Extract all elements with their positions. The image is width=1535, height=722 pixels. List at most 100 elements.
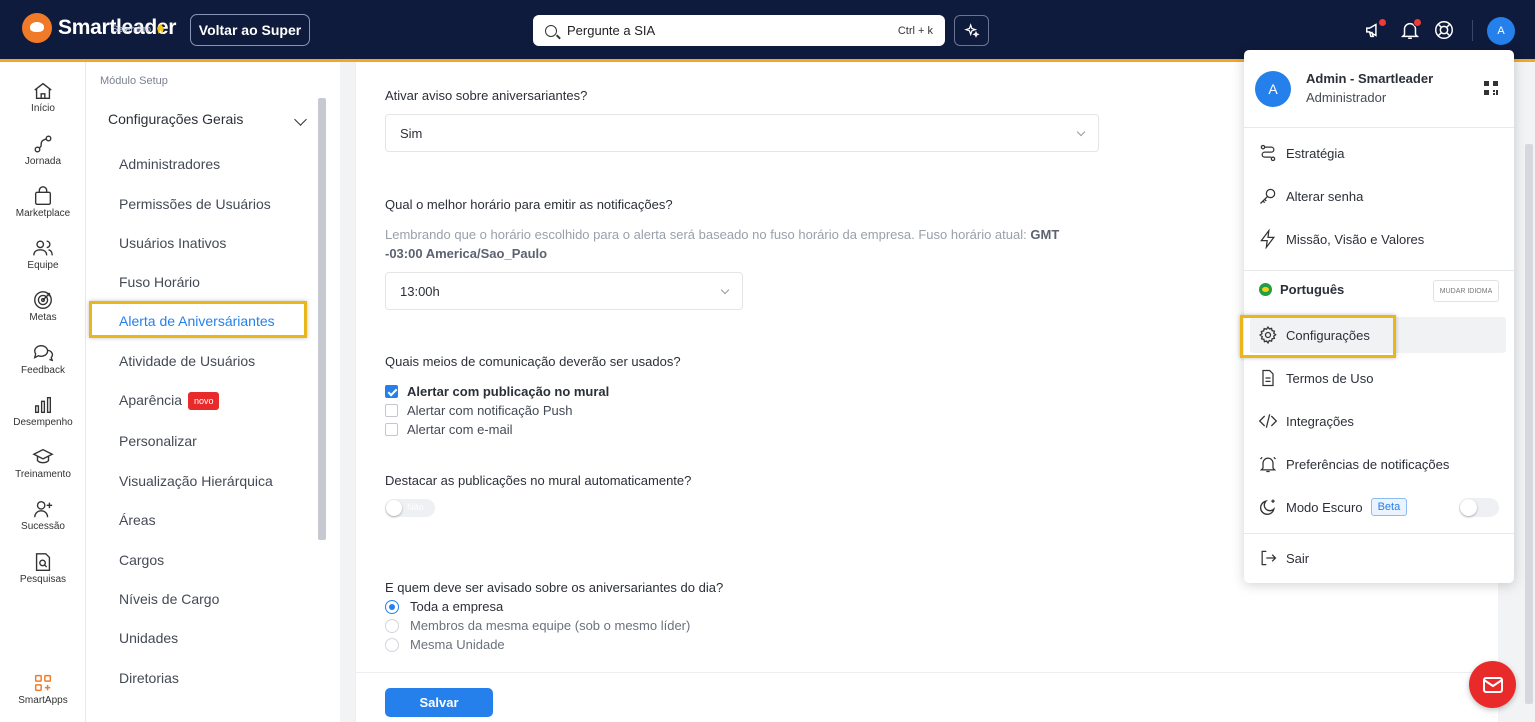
submenu-item-cargos[interactable]: Cargos: [119, 552, 164, 568]
search-input[interactable]: Pergunte a SIA Ctrl + k: [533, 15, 945, 46]
channel-email-checkbox[interactable]: Alertar com e-mail: [385, 422, 512, 437]
change-language-button[interactable]: MUDAR IDIOMA: [1433, 280, 1499, 302]
submenu-item-unidades[interactable]: Unidades: [119, 630, 178, 646]
rail-item-treinamento[interactable]: Treinamento: [0, 446, 86, 480]
notifications-button[interactable]: [1398, 18, 1422, 42]
topbar-divider: [1472, 20, 1473, 41]
submenu-item-aparencia[interactable]: Aparência novo: [119, 392, 220, 411]
audience-team-radio[interactable]: Membros da mesma equipe (sob o mesmo líd…: [385, 618, 690, 633]
menu-item-label: Missão, Visão e Valores: [1286, 231, 1425, 247]
submenu-scrollbar[interactable]: [318, 98, 326, 540]
user-name: Admin - Smartleader: [1306, 71, 1434, 86]
menu-item-sair[interactable]: Sair: [1258, 548, 1503, 568]
question-channels: Quais meios de comunicação deverão ser u…: [385, 354, 681, 369]
target-icon: [34, 291, 52, 309]
rail-label: Treinamento: [15, 469, 71, 480]
rail-item-equipe[interactable]: Equipe: [0, 237, 86, 271]
submenu-item-permissoes[interactable]: Permissões de Usuários: [119, 196, 271, 212]
rail-item-metas[interactable]: Metas: [0, 289, 86, 323]
chevron-down-icon[interactable]: [294, 113, 307, 126]
menu-item-label: Alterar senha: [1286, 188, 1364, 204]
save-button[interactable]: Salvar: [385, 688, 493, 717]
search-placeholder: Pergunte a SIA: [567, 23, 656, 38]
back-to-super-button[interactable]: Voltar ao Super: [190, 14, 310, 46]
user-avatar-button[interactable]: A: [1487, 17, 1515, 45]
apps-grid-icon: [34, 674, 52, 692]
help-button[interactable]: [1432, 18, 1456, 42]
qr-code-icon[interactable]: [1484, 81, 1498, 95]
avatar: A: [1255, 71, 1291, 107]
brand-logo[interactable]: Smartleader: [22, 13, 176, 43]
code-icon: [1258, 414, 1278, 428]
checkbox-checked[interactable]: [385, 385, 398, 398]
submenu-item-personalizar[interactable]: Personalizar: [119, 433, 197, 449]
notification-time-select[interactable]: 13:00h: [385, 272, 743, 310]
channel-push-checkbox[interactable]: Alertar com notificação Push: [385, 403, 572, 418]
brand-subtitle: Setembro: [112, 24, 152, 34]
submenu-item-diretorias[interactable]: Diretorias: [119, 670, 179, 686]
menu-item-notificacoes[interactable]: Preferências de notificações: [1258, 454, 1503, 474]
lifebuoy-icon: [1435, 21, 1453, 39]
menu-item-configuracoes[interactable]: Configurações: [1258, 325, 1503, 345]
highlight-posts-toggle[interactable]: Não: [385, 499, 435, 517]
mascot-icon: [22, 13, 52, 43]
rail-item-inicio[interactable]: Início: [0, 80, 86, 114]
rail-item-desempenho[interactable]: Desempenho: [0, 394, 86, 428]
ai-sparkle-button[interactable]: [954, 15, 989, 46]
checkbox-unchecked[interactable]: [385, 404, 398, 417]
graduation-cap-icon: [32, 448, 54, 464]
announcements-button[interactable]: [1363, 18, 1387, 42]
home-icon: [34, 82, 52, 100]
radio-unselected[interactable]: [385, 618, 399, 633]
menu-item-estrategia[interactable]: Estratégia: [1258, 143, 1503, 163]
toggle-label: Não: [407, 502, 424, 512]
page-scrollbar[interactable]: [1523, 62, 1535, 722]
submenu-item-fuso[interactable]: Fuso Horário: [119, 274, 200, 290]
route-icon: [1260, 144, 1276, 162]
submenu-item-alerta-aniversariantes[interactable]: Alerta de Aniversáriantes: [119, 313, 275, 329]
menu-divider: [1244, 270, 1514, 271]
channel-mural-checkbox[interactable]: Alertar com publicação no mural: [385, 384, 609, 399]
notification-dot: [1378, 18, 1387, 27]
brazil-flag-icon: [1259, 283, 1272, 296]
radio-unselected[interactable]: [385, 637, 399, 652]
dark-mode-toggle[interactable]: [1459, 498, 1499, 517]
submenu-item-hierarquica[interactable]: Visualização Hierárquica: [119, 473, 273, 489]
rail-label: Sucessão: [21, 521, 65, 532]
submenu-group-title[interactable]: Configurações Gerais: [108, 111, 243, 127]
search-icon: [545, 24, 557, 37]
submenu-item-areas[interactable]: Áreas: [119, 512, 156, 528]
checkbox-unchecked[interactable]: [385, 423, 398, 436]
menu-item-alterar-senha[interactable]: Alterar senha: [1258, 186, 1503, 206]
rail-item-pesquisas[interactable]: Pesquisas: [0, 551, 86, 585]
submenu-item-atividade[interactable]: Atividade de Usuários: [119, 353, 255, 369]
menu-divider: [1244, 533, 1514, 534]
menu-item-label: Estratégia: [1286, 145, 1345, 161]
submenu-item-administradores[interactable]: Administradores: [119, 156, 220, 172]
hint-text: Lembrando que o horário escolhido para o…: [385, 227, 1027, 242]
user-role: Administrador: [1306, 90, 1387, 105]
menu-item-integracoes[interactable]: Integrações: [1258, 411, 1503, 431]
contact-mail-button[interactable]: [1469, 661, 1516, 708]
rail-item-sucessao[interactable]: Sucessão: [0, 498, 86, 532]
rail-item-jornada[interactable]: Jornada: [0, 133, 86, 167]
rail-item-smartapps[interactable]: SmartApps: [0, 672, 86, 706]
rail-item-marketplace[interactable]: Marketplace: [0, 185, 86, 219]
submenu-item-inativos[interactable]: Usuários Inativos: [119, 235, 226, 251]
rail-label: Jornada: [24, 156, 62, 167]
setup-submenu: Módulo Setup Configurações Gerais Admini…: [86, 62, 340, 722]
menu-item-missao[interactable]: Missão, Visão e Valores: [1258, 229, 1503, 249]
sparkle-icon: [963, 22, 980, 38]
mail-icon: [1482, 676, 1503, 693]
audience-company-radio[interactable]: Toda a empresa: [385, 599, 503, 614]
menu-item-label: Português: [1280, 282, 1345, 297]
rail-item-feedback[interactable]: Feedback: [0, 342, 86, 376]
rail-label: Pesquisas: [19, 574, 67, 585]
enable-alert-select[interactable]: Sim: [385, 114, 1099, 152]
audience-unit-radio[interactable]: Mesma Unidade: [385, 637, 505, 652]
menu-item-termos[interactable]: Termos de Uso: [1258, 368, 1503, 388]
submenu-item-niveis[interactable]: Níveis de Cargo: [119, 591, 219, 607]
question-audience: E quem deve ser avisado sobre os anivers…: [385, 580, 724, 595]
radio-selected[interactable]: [385, 599, 399, 614]
form-divider: [356, 672, 1499, 673]
